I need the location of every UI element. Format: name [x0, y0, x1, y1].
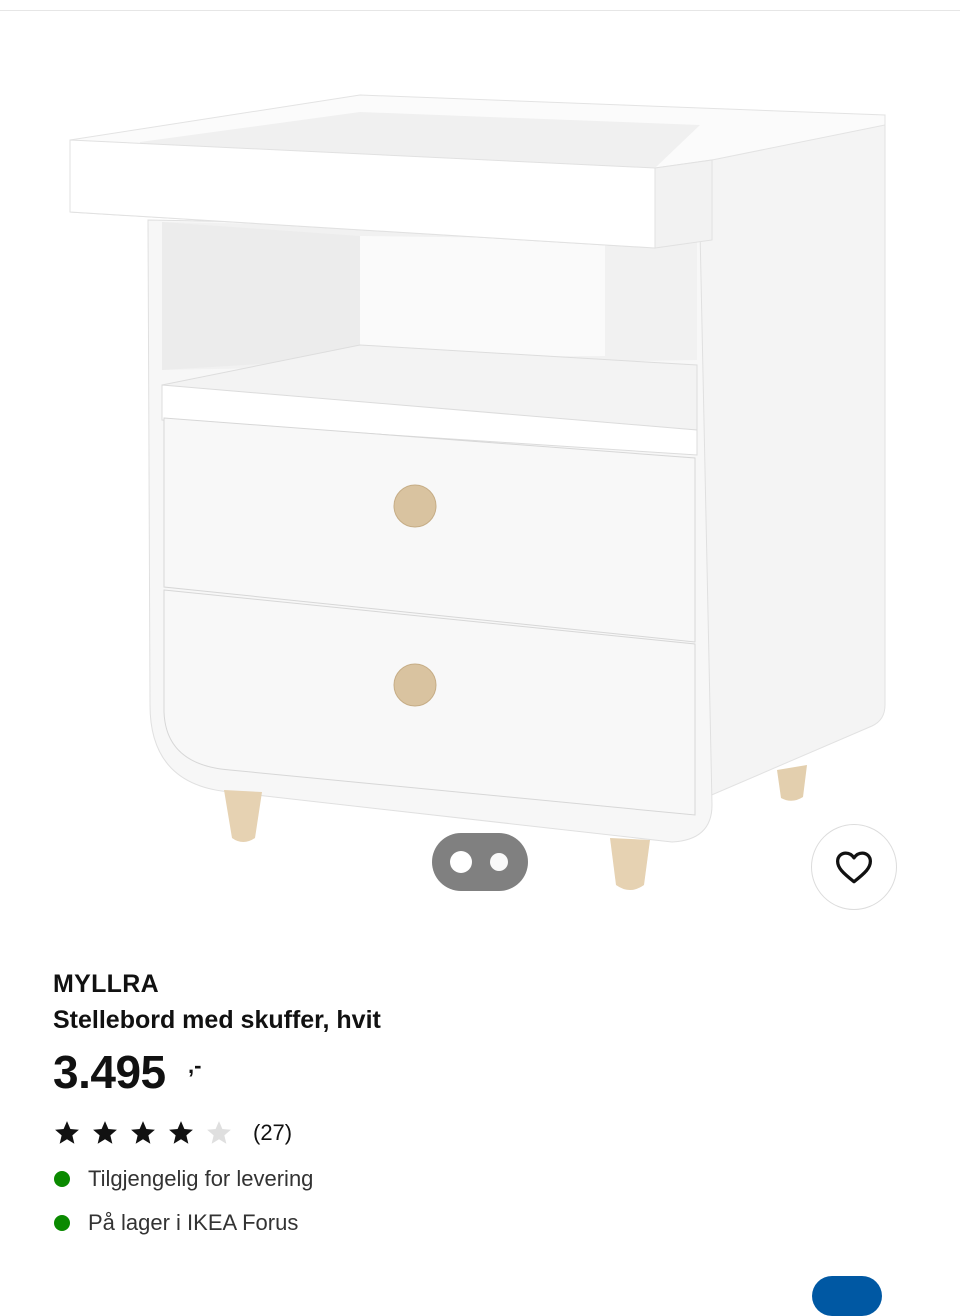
- product-brand[interactable]: MYLLRA: [53, 970, 159, 999]
- rating-count[interactable]: (27): [253, 1120, 292, 1146]
- product-price: 3.495: [53, 1046, 166, 1098]
- status-dot: [54, 1171, 70, 1187]
- availability-store[interactable]: På lager i IKEA Forus: [53, 1210, 298, 1236]
- top-divider: [0, 10, 960, 11]
- favorite-button[interactable]: [811, 824, 897, 910]
- heart-icon: [836, 851, 872, 884]
- image-carousel-indicator[interactable]: [432, 833, 528, 891]
- star-icon: [169, 1121, 193, 1144]
- product-description[interactable]: Stellebord med skuffer, hvit: [53, 1006, 381, 1035]
- product-rating[interactable]: (27): [53, 1118, 292, 1148]
- availability-text: På lager i IKEA Forus: [88, 1210, 299, 1235]
- star-icon: [93, 1121, 117, 1144]
- star-icon: [55, 1121, 79, 1144]
- product-image[interactable]: [0, 40, 960, 920]
- status-dot: [54, 1215, 70, 1231]
- star-icon: [207, 1121, 231, 1144]
- availability-delivery[interactable]: Tilgjengelig for levering: [53, 1166, 313, 1192]
- star-icon: [131, 1121, 155, 1144]
- price-suffix: ,-: [188, 1053, 202, 1078]
- floating-action-button[interactable]: [812, 1276, 882, 1316]
- rating-stars: [53, 1119, 243, 1147]
- availability-text: Tilgjengelig for levering: [88, 1166, 314, 1191]
- carousel-dot[interactable]: [490, 853, 508, 871]
- carousel-dot-active[interactable]: [450, 851, 472, 873]
